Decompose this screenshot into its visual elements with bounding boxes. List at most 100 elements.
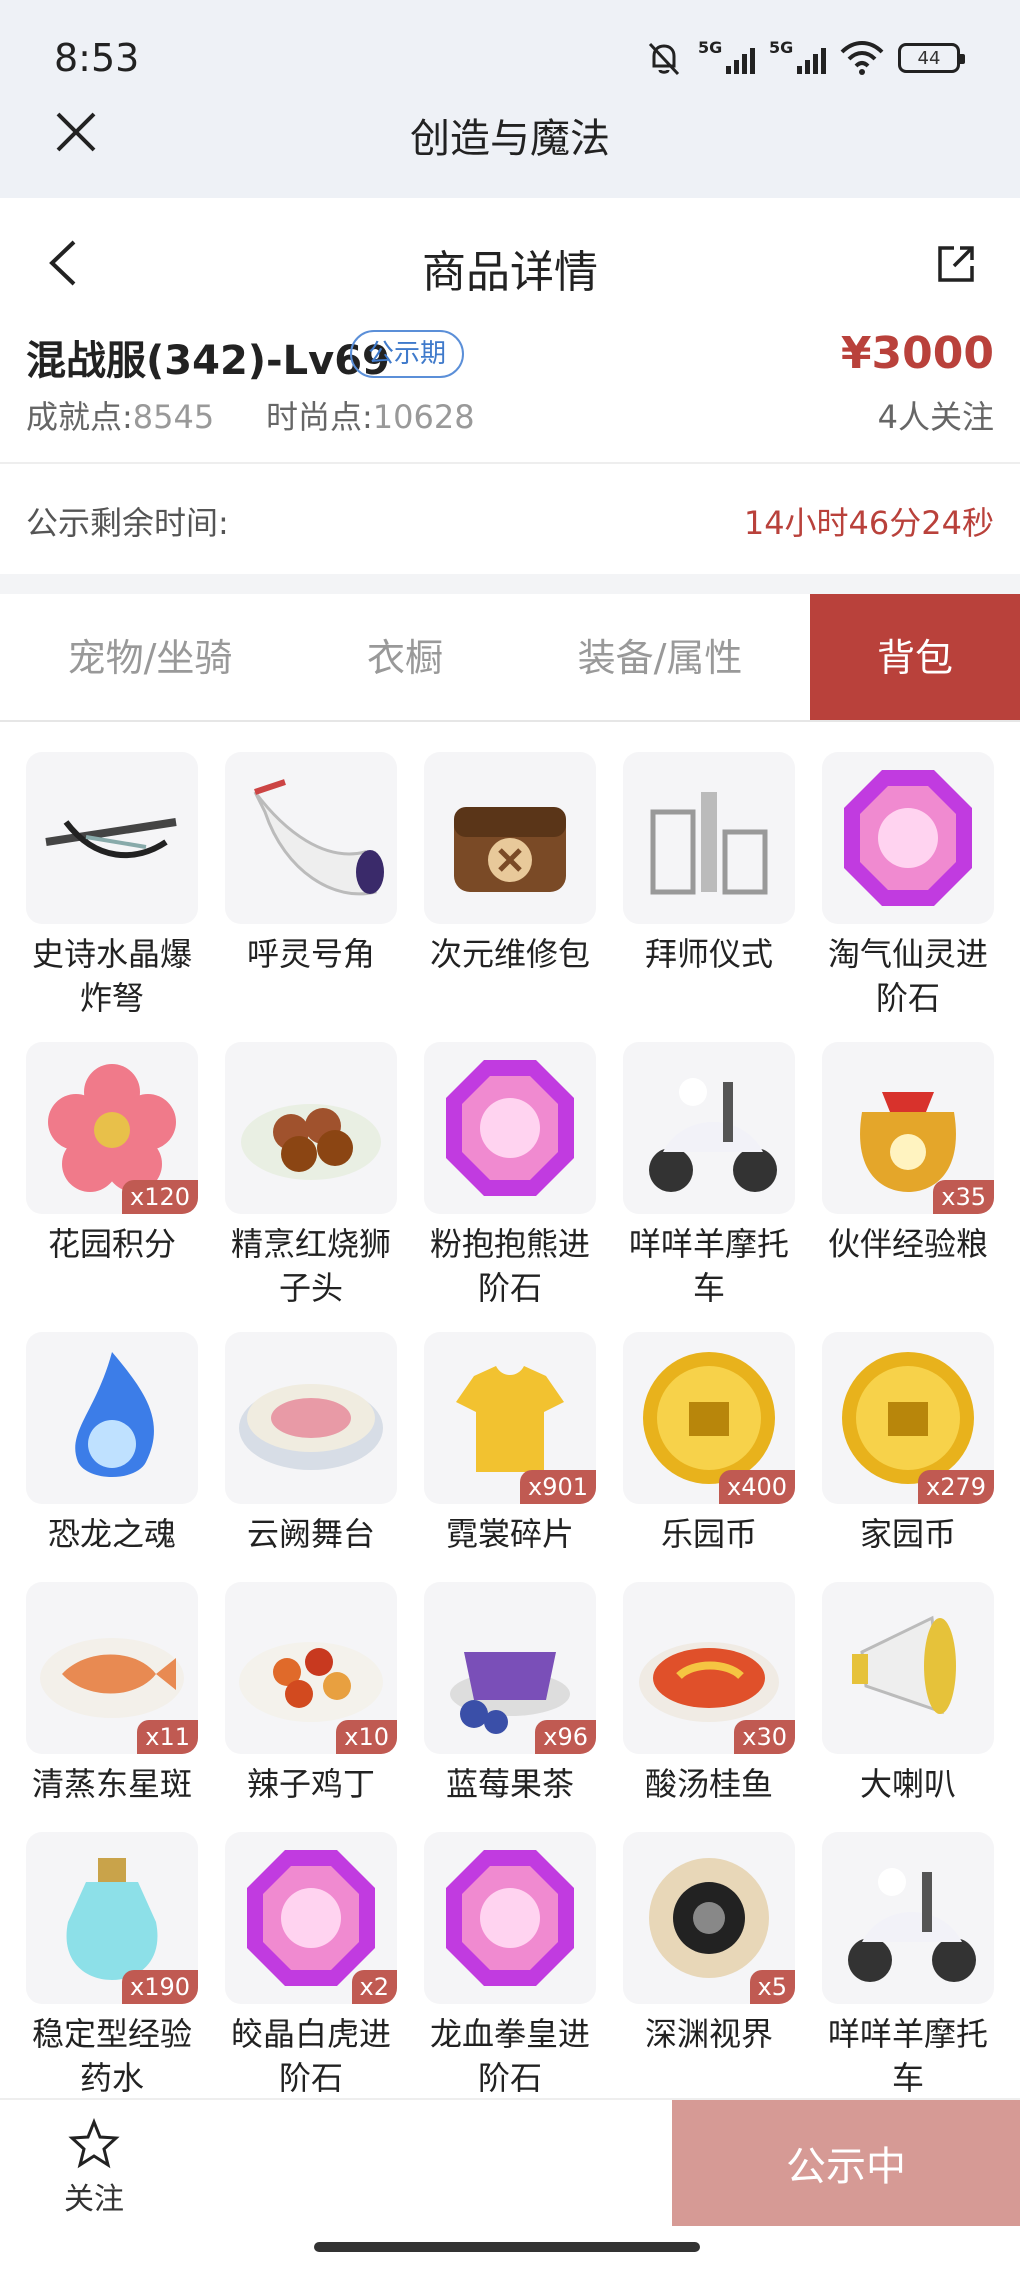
crossbow-icon	[45, 818, 177, 859]
item-thumbnail: x400	[623, 1332, 795, 1504]
backpack-item[interactable]: x2 皎晶白虎进阶石	[225, 1832, 397, 2122]
horn-icon	[253, 779, 384, 896]
item-name: 清蒸东星斑	[31, 1765, 192, 1803]
backpack-item[interactable]: 精烹红烧狮子头	[225, 1042, 397, 1332]
item-name: 咩咩羊摩托车	[827, 2015, 988, 2097]
backpack-item[interactable]: x35 伙伴经验粮	[822, 1042, 994, 1332]
gem-icon	[844, 770, 972, 906]
backpack-grid: 史诗水晶爆炸弩 呼灵号角 次元维修包 拜师仪式 淘气仙灵进阶石 x120 花园积分 精烹红烧狮…	[26, 752, 994, 2122]
item-thumbnail: x35	[822, 1042, 994, 1214]
tab-bar: 宠物/坐骑 衣橱 装备/属性 背包	[0, 594, 1020, 722]
backpack-item[interactable]: 次元维修包	[424, 752, 596, 1042]
item-thumbnail	[26, 1332, 198, 1504]
backpack-item[interactable]: x120 花园积分	[26, 1042, 198, 1332]
backpack-item[interactable]: x279 家园币	[822, 1332, 994, 1582]
item-thumbnail	[424, 752, 596, 924]
countdown-label: 公示剩余时间:	[26, 504, 229, 542]
backpack-item[interactable]: x190 稳定型经验药水	[26, 1832, 198, 2122]
backpack-item[interactable]: 咩咩羊摩托车	[623, 1042, 795, 1332]
item-name: 霓裳碎片	[445, 1515, 574, 1553]
item-thumbnail: x2	[225, 1832, 397, 2004]
item-name: 蓝莓果茶	[445, 1765, 574, 1803]
item-name: 乐园币	[660, 1515, 757, 1553]
star-icon	[68, 2118, 120, 2169]
item-quantity-badge: x400	[718, 1470, 795, 1504]
item-quantity-badge: x2	[351, 1970, 397, 2004]
item-name: 次元维修包	[429, 935, 590, 973]
megaphone-icon	[852, 1615, 956, 1715]
item-name: 云阙舞台	[246, 1515, 375, 1553]
item-name: 皎晶白虎进阶石	[230, 2015, 391, 2097]
item-name: 咩咩羊摩托车	[628, 1225, 789, 1307]
item-name: 龙血拳皇进阶石	[429, 2015, 590, 2097]
ceremony-icon	[650, 792, 768, 895]
app-title: 创造与魔法	[410, 116, 610, 162]
backpack-item[interactable]: 云阙舞台	[225, 1332, 397, 1582]
stage-icon	[239, 1384, 383, 1470]
top-band	[0, 0, 1020, 198]
follow-button[interactable]: 关注	[58, 2118, 130, 2218]
backpack-item[interactable]: 拜师仪式	[623, 752, 795, 1042]
divider	[0, 462, 1020, 464]
backpack-item[interactable]: x10 辣子鸡丁	[225, 1582, 397, 1832]
signal-2-icon: 5G	[769, 38, 826, 74]
backpack-item[interactable]: x901 霓裳碎片	[424, 1332, 596, 1582]
backpack-item[interactable]: x30 酸汤桂鱼	[623, 1582, 795, 1832]
tab-wardrobe[interactable]: 衣橱	[300, 594, 510, 720]
item-quantity-badge: x279	[917, 1470, 994, 1504]
backpack-item[interactable]: 恐龙之魂	[26, 1332, 198, 1582]
gem-icon	[446, 1060, 574, 1196]
status-icons: 5G 5G 44	[644, 36, 965, 80]
item-quantity-badge: x120	[121, 1180, 198, 1214]
item-name: 花园积分	[47, 1225, 176, 1263]
backpack-item[interactable]: 龙血拳皇进阶石	[424, 1832, 596, 2122]
repair-bag-icon	[454, 807, 566, 892]
tab-backpack[interactable]: 背包	[810, 594, 1020, 720]
backpack-item[interactable]: 大喇叭	[822, 1582, 994, 1832]
blue-flame-icon	[75, 1352, 154, 1477]
item-thumbnail	[26, 752, 198, 924]
backpack-item[interactable]: x400 乐园币	[623, 1332, 795, 1582]
backpack-item[interactable]: x11 清蒸东星斑	[26, 1582, 198, 1832]
achievement-points: 成就点:8545	[26, 398, 215, 436]
item-thumbnail	[225, 1332, 397, 1504]
home-indicator	[314, 2242, 700, 2252]
mute-bell-icon	[648, 42, 680, 76]
status-button[interactable]: 公示中	[672, 2100, 1020, 2226]
page-title: 商品详情	[422, 247, 598, 298]
backpack-item[interactable]: x96 蓝莓果茶	[424, 1582, 596, 1832]
follow-label: 关注	[64, 2182, 124, 2217]
scooter-icon	[848, 1868, 976, 1982]
follower-count: 4人关注	[877, 398, 994, 436]
item-thumbnail: x190	[26, 1832, 198, 2004]
item-quantity-badge: x11	[137, 1720, 198, 1754]
section-gap	[0, 574, 1020, 594]
backpack-item[interactable]: x5 深渊视界	[623, 1832, 795, 2122]
battery-icon: 44	[898, 43, 965, 73]
tab-pets-mounts[interactable]: 宠物/坐骑	[0, 594, 300, 720]
item-quantity-badge: x96	[535, 1720, 596, 1754]
backpack-item[interactable]: 淘气仙灵进阶石	[822, 752, 994, 1042]
item-thumbnail: x96	[424, 1582, 596, 1754]
item-thumbnail	[225, 752, 397, 924]
signal-1-icon: 5G	[698, 38, 755, 74]
item-quantity-badge: x35	[933, 1180, 994, 1214]
price: ¥3000	[840, 328, 994, 379]
share-icon[interactable]	[932, 240, 980, 288]
gem-icon	[446, 1850, 574, 1986]
item-name: 呼灵号角	[246, 935, 375, 973]
item-thumbnail: x901	[424, 1332, 596, 1504]
tab-equipment[interactable]: 装备/属性	[510, 594, 810, 720]
backpack-item[interactable]: 咩咩羊摩托车	[822, 1832, 994, 2122]
item-name: 拜师仪式	[644, 935, 773, 973]
item-thumbnail: x279	[822, 1332, 994, 1504]
item-name: 粉抱抱熊进阶石	[429, 1225, 590, 1307]
item-name: 辣子鸡丁	[246, 1765, 375, 1803]
backpack-item[interactable]: 史诗水晶爆炸弩	[26, 752, 198, 1042]
item-name: 深渊视界	[644, 2015, 773, 2053]
backpack-item[interactable]: 粉抱抱熊进阶石	[424, 1042, 596, 1332]
item-name: 淘气仙灵进阶石	[827, 935, 988, 1017]
backpack-item[interactable]: 呼灵号角	[225, 752, 397, 1042]
item-name: 酸汤桂鱼	[644, 1765, 773, 1803]
item-name: 史诗水晶爆炸弩	[31, 935, 192, 1017]
